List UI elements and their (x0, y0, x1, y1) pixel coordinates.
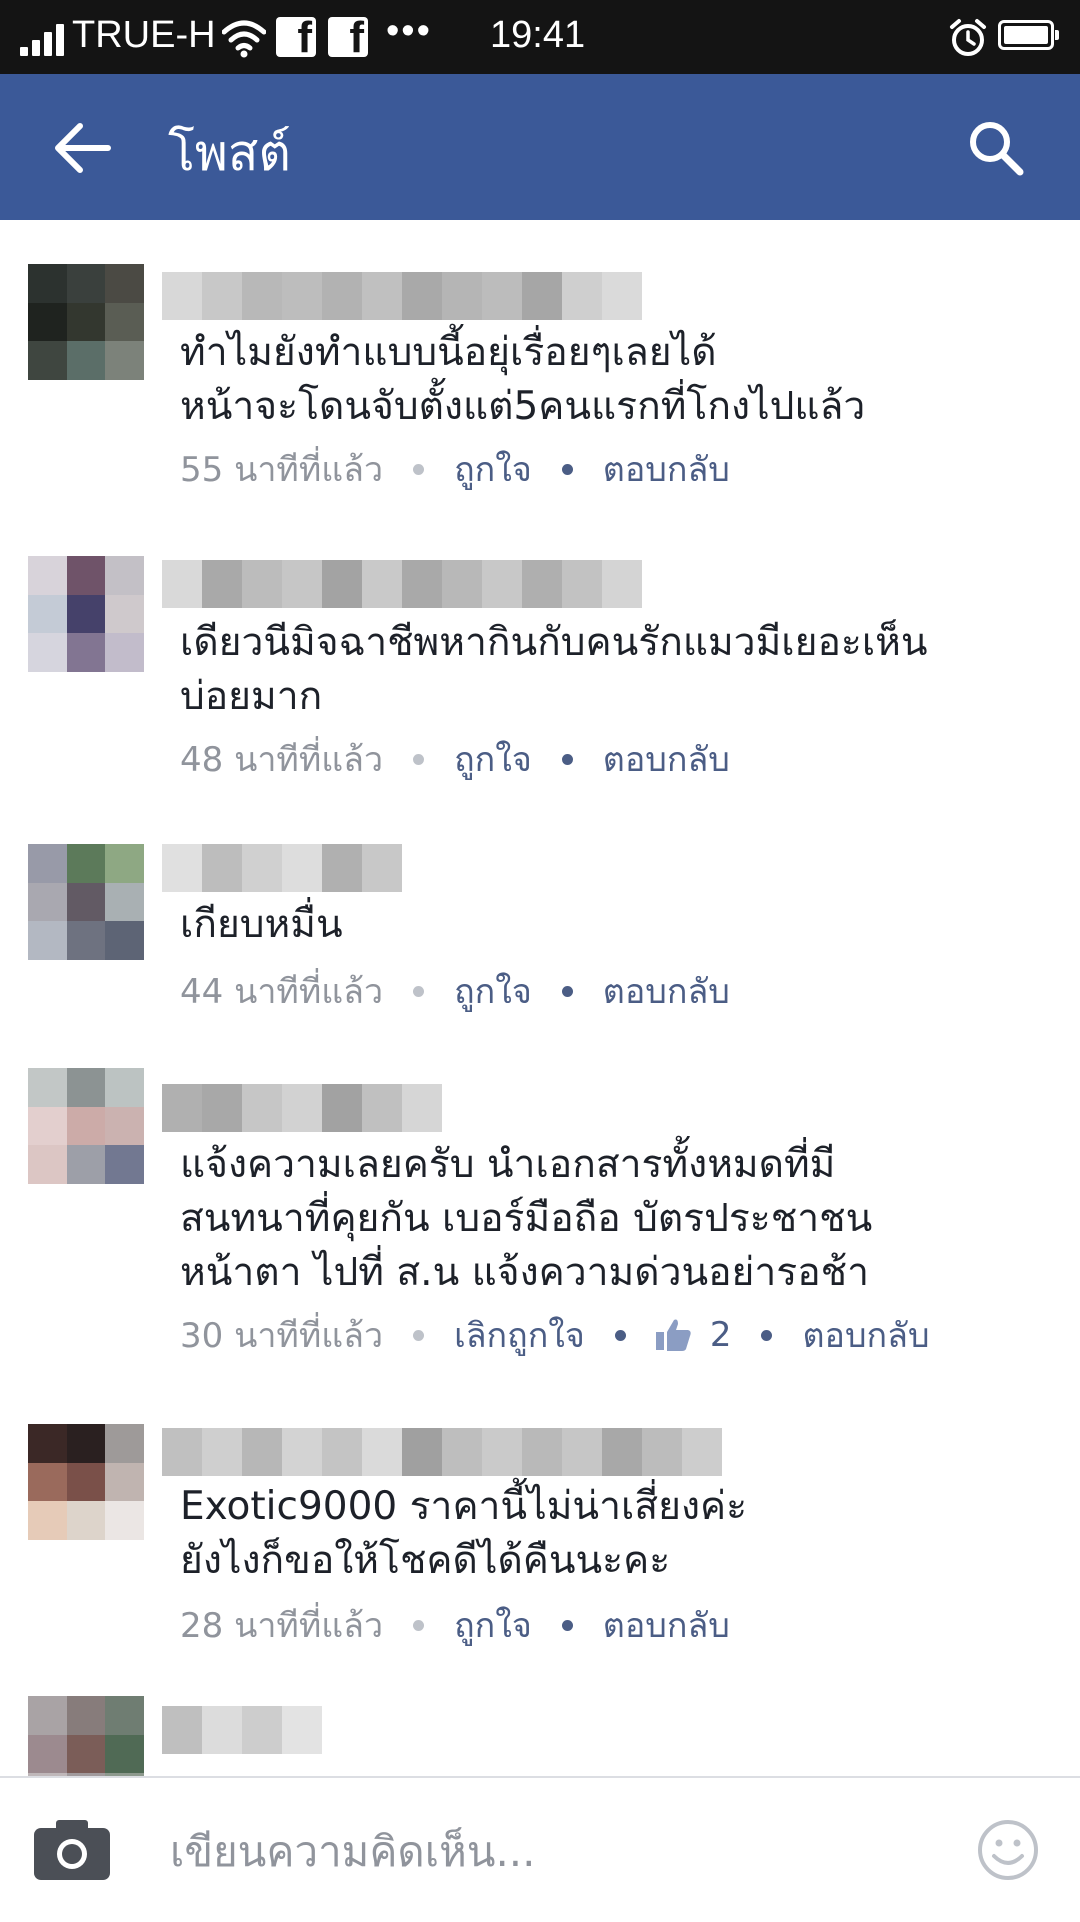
comment-meta: 28 นาทีที่แล้ว ถูกใจ ตอบกลับ (180, 1600, 730, 1650)
like-link[interactable]: ถูกใจ (454, 732, 532, 786)
separator-dot (561, 463, 573, 475)
like-count[interactable]: 2 (655, 1315, 731, 1355)
reply-link[interactable]: ตอบกลับ (603, 442, 730, 496)
comment-meta: 48 นาทีที่แล้ว ถูกใจ ตอบกลับ (180, 734, 730, 784)
reply-link[interactable]: ตอบกลับ (603, 1598, 730, 1652)
comment-timestamp: 55 นาทีที่แล้ว (180, 450, 384, 490)
comment-composer (0, 1776, 1080, 1922)
alarm-icon (950, 19, 986, 56)
avatar[interactable] (28, 844, 144, 960)
separator-dot (561, 753, 573, 765)
commenter-name-blurred[interactable] (162, 844, 402, 892)
wifi-icon (222, 20, 266, 58)
comment-meta: 44 นาทีที่แล้ว ถูกใจ ตอบกลับ (180, 966, 730, 1016)
arrow-left-icon[interactable] (52, 120, 112, 176)
avatar[interactable] (28, 1424, 144, 1540)
app-header: โพสต์ (0, 74, 1080, 220)
commenter-name-blurred[interactable] (162, 272, 642, 320)
comment-text: ทำไมยังทำแบบนี้อยุ่เรื่อยๆเลยได้ หน้าจะโ… (180, 330, 866, 429)
avatar[interactable] (28, 264, 144, 380)
comment-timestamp: 30 นาทีที่แล้ว (180, 1316, 384, 1356)
comment-timestamp: 28 นาทีที่แล้ว (180, 1606, 384, 1646)
camera-icon[interactable] (34, 1818, 110, 1880)
separator-dot (561, 985, 573, 997)
carrier-name: TRUE-H (72, 14, 216, 56)
facebook-icon: f (276, 13, 316, 62)
battery-icon (998, 20, 1059, 50)
separator-dot (413, 1329, 425, 1341)
comment-meta: 55 นาทีที่แล้ว ถูกใจ ตอบกลับ (180, 444, 730, 494)
separator-dot (614, 1329, 626, 1341)
reply-link[interactable]: ตอบกลับ (603, 732, 730, 786)
like-link[interactable]: ถูกใจ (454, 1598, 532, 1652)
comment-text: เดียวนีมิจฉาชีพหากินกับคนรักแมวมีเยอะเห็… (180, 620, 928, 719)
unlike-link[interactable]: เลิกถูกใจ (454, 1308, 585, 1362)
avatar[interactable] (28, 556, 144, 672)
search-icon[interactable] (966, 118, 1026, 178)
smiley-icon[interactable] (976, 1818, 1040, 1882)
reply-link[interactable]: ตอบกลับ (802, 1308, 929, 1362)
avatar[interactable] (28, 1068, 144, 1184)
commenter-name-blurred[interactable] (162, 1084, 442, 1132)
separator-dot (413, 463, 425, 475)
separator-dot (761, 1329, 773, 1341)
signal-icon (20, 22, 66, 56)
comment-text: เกียบหมื่น (180, 902, 343, 947)
separator-dot (413, 985, 425, 997)
more-notifications-icon: ••• (386, 10, 432, 52)
commenter-name-blurred[interactable] (162, 560, 642, 608)
status-bar: TRUE-H f f ••• 19:41 (0, 0, 1080, 74)
like-link[interactable]: ถูกใจ (454, 964, 532, 1018)
facebook-icon: f (328, 13, 368, 62)
reply-link[interactable]: ตอบกลับ (603, 964, 730, 1018)
separator-dot (413, 1619, 425, 1631)
separator-dot (413, 753, 425, 765)
separator-dot (561, 1619, 573, 1631)
comment-meta: 30 นาทีที่แล้ว เลิกถูกใจ 2 ตอบกลับ (180, 1310, 930, 1360)
page-title: โพสต์ (168, 124, 291, 182)
commenter-name-blurred[interactable] (162, 1428, 722, 1476)
clock: 19:41 (490, 14, 586, 56)
comment-timestamp: 48 นาทีที่แล้ว (180, 740, 384, 780)
comment-timestamp: 44 นาทีที่แล้ว (180, 972, 384, 1012)
comment-text: Exotic9000 ราคานี้ไม่น่าเสี่ยงค่ะ ยังไงก… (180, 1484, 748, 1583)
commenter-name-blurred[interactable] (162, 1706, 322, 1754)
comment-text: แจ้งความเลยครับ นำเอกสารทั้งหมดที่มี สนท… (180, 1142, 873, 1295)
like-link[interactable]: ถูกใจ (454, 442, 532, 496)
comment-input[interactable] (168, 1806, 932, 1896)
thumbs-up-icon (655, 1319, 691, 1351)
